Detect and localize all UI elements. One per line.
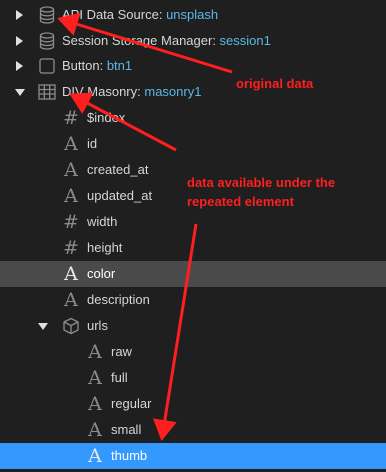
text-icon: A <box>88 419 102 441</box>
tree-item-description[interactable]: A description <box>0 287 386 313</box>
expand-arrow-icon[interactable] <box>16 61 23 71</box>
text-icon: A <box>64 133 78 155</box>
expand-arrow-icon[interactable] <box>16 36 23 46</box>
tree-item-label: API Data Source: unsplash <box>62 7 219 22</box>
tree-item-label: $index <box>87 110 126 125</box>
tree-item-height[interactable]: # height <box>0 235 386 261</box>
tree-item-label: width <box>87 214 118 229</box>
tree-item-label: raw <box>111 344 132 359</box>
number-icon: # <box>63 211 79 233</box>
tree-item-width[interactable]: # width <box>0 209 386 235</box>
database-icon <box>38 32 56 50</box>
annotation-original-data: original data <box>236 76 314 91</box>
tree-item-label: description <box>87 292 150 307</box>
text-icon: A <box>64 185 78 207</box>
annotation-repeated-line2: repeated element <box>187 194 294 209</box>
tree-item-regular[interactable]: A regular <box>0 391 386 417</box>
text-icon: A <box>88 367 102 389</box>
tree-item-label: color <box>87 266 116 281</box>
grid-icon <box>38 83 56 101</box>
tree-item-thumb[interactable]: A thumb <box>0 443 386 469</box>
tree-item-label: id <box>87 136 98 151</box>
text-icon: A <box>88 393 102 415</box>
text-icon: A <box>88 445 102 467</box>
tree-item-raw[interactable]: A raw <box>0 339 386 365</box>
tree-item-id[interactable]: A id <box>0 131 386 157</box>
tree-item-session-storage[interactable]: Session Storage Manager: session1 <box>0 28 386 54</box>
cube-icon <box>62 317 80 335</box>
tree-item-urls[interactable]: urls <box>0 313 386 339</box>
database-icon <box>38 6 56 24</box>
tree-item-label: full <box>111 370 128 385</box>
text-icon: A <box>64 289 78 311</box>
text-icon: A <box>64 263 78 285</box>
tree-item-label: small <box>111 422 142 437</box>
text-icon: A <box>64 159 78 181</box>
number-icon: # <box>63 237 79 259</box>
tree-item-button[interactable]: Button: btn1 <box>0 53 386 79</box>
tree-item-label: urls <box>87 318 108 333</box>
square-icon <box>38 57 56 75</box>
tree-item-small[interactable]: A small <box>0 417 386 443</box>
expand-arrow-icon[interactable] <box>16 10 23 20</box>
tree-item-label: DIV Masonry: masonry1 <box>62 84 202 99</box>
tree-item-div-masonry[interactable]: DIV Masonry: masonry1 <box>0 79 386 105</box>
tree-item-full[interactable]: A full <box>0 365 386 391</box>
tree-item-label: Session Storage Manager: session1 <box>62 33 271 48</box>
collapse-arrow-icon[interactable] <box>15 89 25 96</box>
annotation-repeated-line1: data available under the <box>187 175 336 190</box>
tree-item-label: updated_at <box>87 188 153 203</box>
collapse-arrow-icon[interactable] <box>38 323 48 330</box>
number-icon: # <box>63 107 79 129</box>
tree-item-label: created_at <box>87 162 149 177</box>
tree-item-api-data-source[interactable]: API Data Source: unsplash <box>0 2 386 28</box>
tree-item-color[interactable]: A color <box>0 261 386 287</box>
tree-item-label: height <box>87 240 123 255</box>
tree-item-label: regular <box>111 396 152 411</box>
tree-item-label: Button: btn1 <box>62 58 133 73</box>
tree-item-index[interactable]: # $index <box>0 105 386 131</box>
tree-item-label: thumb <box>111 448 148 463</box>
text-icon: A <box>88 341 102 363</box>
